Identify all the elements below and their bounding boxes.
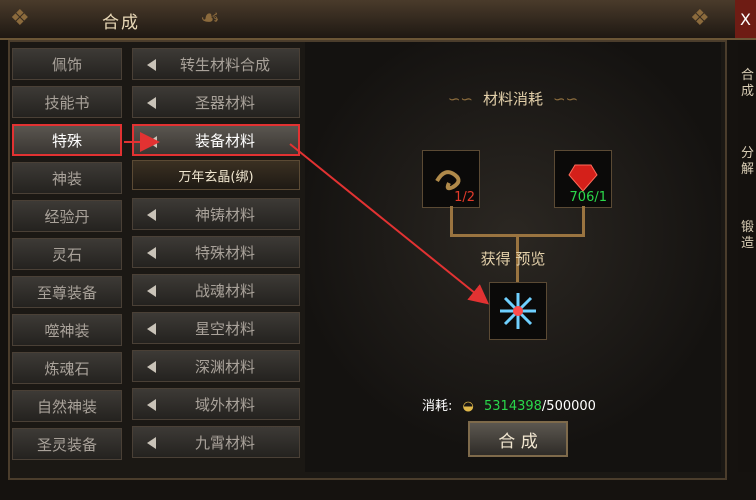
side-tab-decompose[interactable]: 分解 — [741, 146, 754, 178]
side-tab-synthesize[interactable]: 合成 — [741, 68, 754, 100]
annotation-arrows — [124, 132, 490, 305]
side-tab-strip — [738, 42, 756, 472]
annotation-arrow-2 — [289, 143, 490, 305]
side-tab-forge[interactable]: 锻造 — [741, 220, 754, 252]
